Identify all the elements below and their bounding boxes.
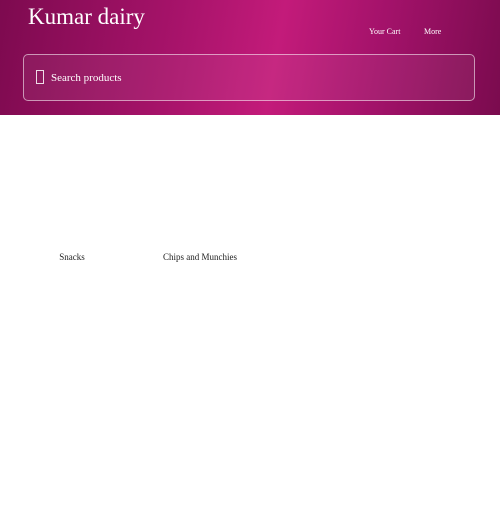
- search-bar[interactable]: [23, 54, 475, 101]
- search-icon: [36, 70, 44, 84]
- category-snacks[interactable]: Snacks: [22, 125, 122, 270]
- more-link[interactable]: More: [424, 27, 441, 36]
- store-title: Kumar dairy: [28, 4, 145, 29]
- category-image: [22, 125, 122, 245]
- search-input[interactable]: [51, 68, 451, 88]
- category-chips-and-munchies[interactable]: Chips and Munchies: [140, 125, 260, 270]
- category-label: Snacks: [59, 252, 85, 262]
- header-bar: Kumar dairy Your Cart More: [0, 0, 500, 115]
- category-image: [140, 125, 260, 245]
- category-label: Chips and Munchies: [163, 252, 237, 262]
- your-cart-link[interactable]: Your Cart: [369, 27, 400, 36]
